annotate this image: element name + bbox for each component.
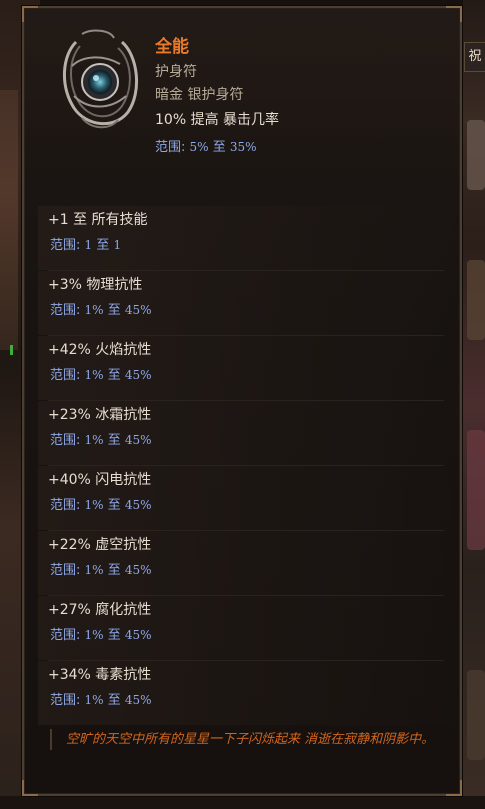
affix-value: +27% 腐化抗性 xyxy=(48,602,152,618)
range-min: 1% xyxy=(84,498,104,512)
range-min: 1% xyxy=(84,628,104,642)
affix-range: 范围: 1% 至 45% xyxy=(50,301,152,320)
range-label: 范围: xyxy=(50,498,81,513)
item-type: 护身符 xyxy=(155,64,197,80)
flavor-text: 空旷的天空中所有的星星一下子闪烁起来 消逝在寂静和阴影中。 xyxy=(50,729,446,750)
tooltip-corner xyxy=(22,780,38,796)
range-label: 范围: xyxy=(50,368,81,383)
range-sep: 至 xyxy=(107,693,121,708)
affix-range: 范围: 1% 至 45% xyxy=(50,561,152,580)
implicit-modifier: 10% 提高 暴击几率 xyxy=(155,112,280,128)
range-label: 范围: xyxy=(50,303,81,318)
affix-row: +23% 冰霜抗性 范围: 1% 至 45% xyxy=(38,401,458,466)
health-indicator xyxy=(10,345,13,355)
range-min: 1% xyxy=(84,368,104,382)
implicit-range: 范围: 5% 至 35% xyxy=(155,138,257,157)
range-label: 范围: xyxy=(155,140,186,155)
affix-value: +40% 闪电抗性 xyxy=(48,472,152,488)
affix-value: +22% 虚空抗性 xyxy=(48,537,152,553)
range-min: 5% xyxy=(189,140,209,154)
affix-row: +27% 腐化抗性 范围: 1% 至 45% xyxy=(38,596,458,661)
inventory-slot-art xyxy=(467,430,485,550)
inventory-slot-art xyxy=(467,260,485,340)
range-max: 45% xyxy=(124,368,152,382)
affix-range: 范围: 1% 至 45% xyxy=(50,626,152,645)
affix-range: 范围: 1% 至 45% xyxy=(50,431,152,450)
range-max: 45% xyxy=(124,628,152,642)
range-sep: 至 xyxy=(107,498,121,513)
range-max: 45% xyxy=(124,563,152,577)
range-max: 35% xyxy=(229,140,257,154)
affix-value: +1 至 所有技能 xyxy=(48,212,148,228)
affix-row: +42% 火焰抗性 范围: 1% 至 45% xyxy=(38,336,458,401)
range-min: 1 xyxy=(84,238,93,252)
range-max: 45% xyxy=(124,433,152,447)
affix-range: 范围: 1% 至 45% xyxy=(50,496,152,515)
amulet-icon xyxy=(62,29,139,129)
affix-value: +23% 冰霜抗性 xyxy=(48,407,152,423)
range-max: 45% xyxy=(124,303,152,317)
affix-row: +40% 闪电抗性 范围: 1% 至 45% xyxy=(38,466,458,531)
range-sep: 至 xyxy=(107,303,121,318)
range-sep: 至 xyxy=(107,433,121,448)
range-min: 1% xyxy=(84,433,104,447)
affix-list: +1 至 所有技能 范围: 1 至 1 +3% 物理抗性 范围: 1% 至 45… xyxy=(38,206,458,726)
range-label: 范围: xyxy=(50,433,81,448)
range-max: 45% xyxy=(124,693,152,707)
affix-range: 范围: 1% 至 45% xyxy=(50,691,152,710)
side-tab[interactable]: 祝 xyxy=(464,42,485,72)
range-sep: 至 xyxy=(212,140,226,155)
range-sep: 至 xyxy=(107,628,121,643)
range-sep: 至 xyxy=(107,563,121,578)
range-label: 范围: xyxy=(50,628,81,643)
affix-range: 范围: 1 至 1 xyxy=(50,236,121,255)
affix-value: +42% 火焰抗性 xyxy=(48,342,152,358)
inventory-slot-art xyxy=(467,670,485,760)
affix-row: +22% 虚空抗性 范围: 1% 至 45% xyxy=(38,531,458,596)
affix-row: +34% 毒素抗性 范围: 1% 至 45% xyxy=(38,661,458,726)
range-sep: 至 xyxy=(96,238,110,253)
tooltip-corner xyxy=(446,780,462,796)
range-max: 1 xyxy=(113,238,122,252)
game-backdrop-bottom xyxy=(0,796,485,809)
range-label: 范围: xyxy=(50,238,81,253)
item-rarity: 暗金 银护身符 xyxy=(155,87,244,103)
range-min: 1% xyxy=(84,303,104,317)
game-backdrop-left-art xyxy=(0,90,18,350)
affix-row: +1 至 所有技能 范围: 1 至 1 xyxy=(38,206,458,271)
affix-value: +34% 毒素抗性 xyxy=(48,667,152,683)
affix-value: +3% 物理抗性 xyxy=(48,277,143,293)
item-name: 全能 xyxy=(155,37,189,57)
range-min: 1% xyxy=(84,563,104,577)
range-max: 45% xyxy=(124,498,152,512)
inventory-slot-art xyxy=(467,120,485,190)
affix-row: +3% 物理抗性 范围: 1% 至 45% xyxy=(38,271,458,336)
item-tooltip: 全能 护身符 暗金 银护身符 10% 提高 暴击几率 范围: 5% 至 35% … xyxy=(22,6,462,796)
affix-range: 范围: 1% 至 45% xyxy=(50,366,152,385)
range-label: 范围: xyxy=(50,693,81,708)
range-min: 1% xyxy=(84,693,104,707)
range-sep: 至 xyxy=(107,368,121,383)
range-label: 范围: xyxy=(50,563,81,578)
